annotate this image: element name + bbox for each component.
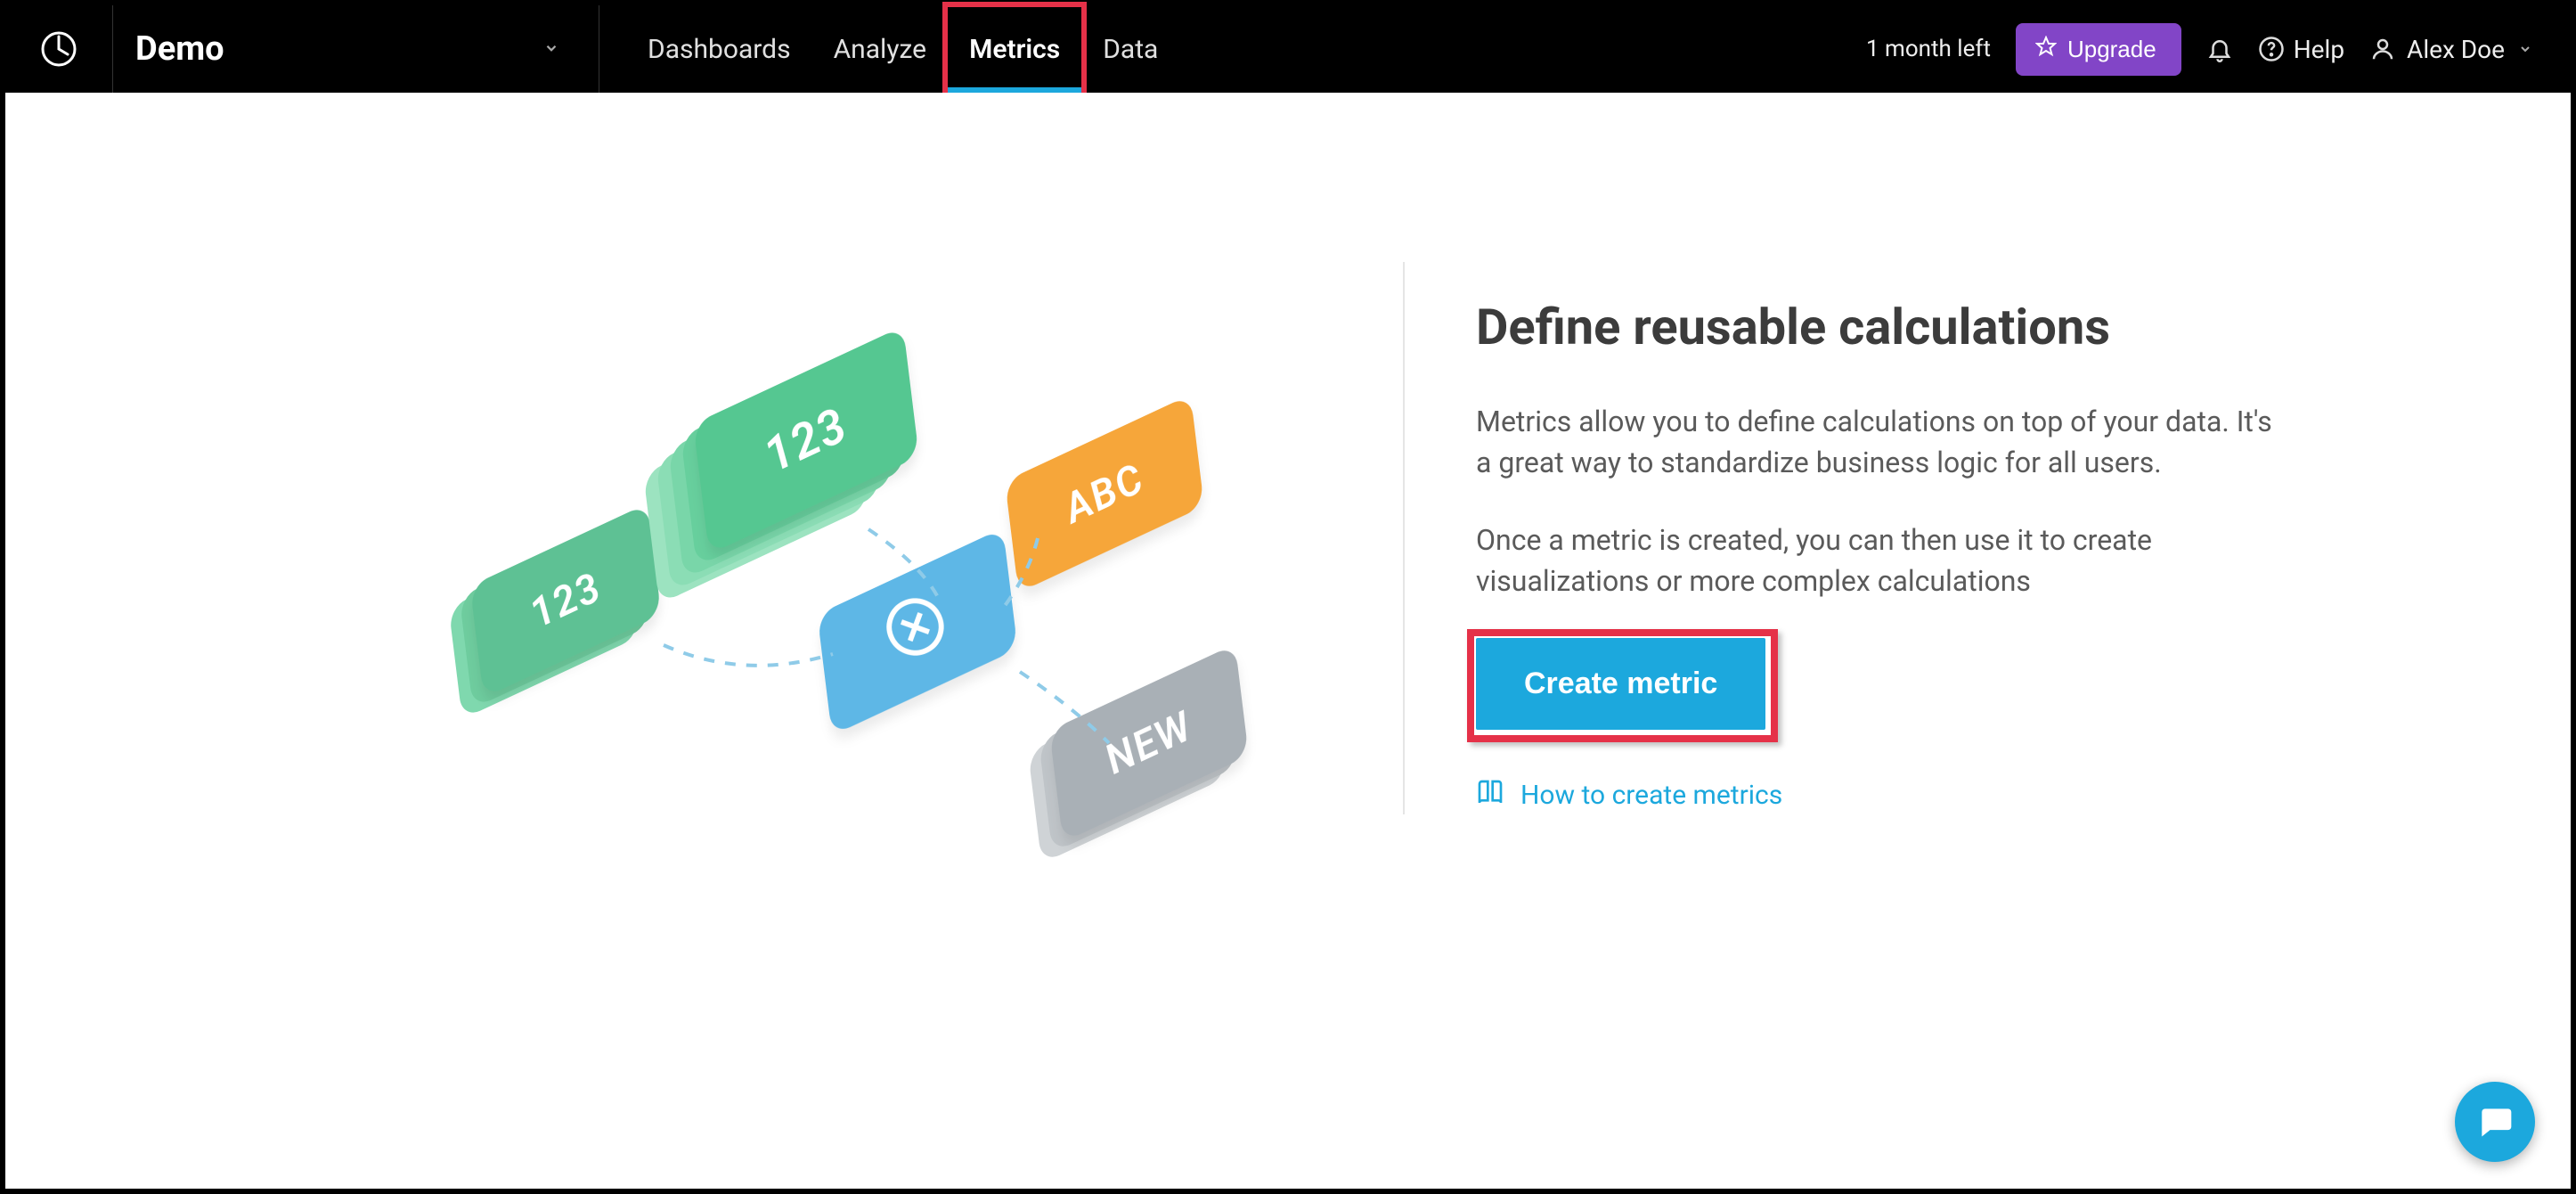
nav-label: Metrics <box>969 34 1060 65</box>
help-button[interactable]: Help <box>2258 35 2344 64</box>
nav-analyze[interactable]: Analyze <box>812 5 949 93</box>
nav-metrics[interactable]: Metrics <box>948 5 1081 93</box>
main-nav: Dashboards Analyze Metrics Data <box>626 5 1179 93</box>
cta-label: Create metric <box>1524 667 1717 700</box>
description-2: Once a metric is created, you can then u… <box>1476 519 2278 602</box>
user-menu[interactable]: Alex Doe <box>2369 35 2535 64</box>
nav-label: Dashboards <box>648 34 791 65</box>
upgrade-button[interactable]: Upgrade <box>2016 23 2181 76</box>
how-to-link[interactable]: How to create metrics <box>1520 780 1782 811</box>
help-label: Help <box>2294 35 2344 64</box>
description-1: Metrics allow you to define calculations… <box>1476 401 2278 484</box>
main-content: 123 123 ABC <box>5 93 2571 1189</box>
chevron-down-icon <box>2515 42 2535 56</box>
connector-lines <box>298 262 1296 814</box>
metrics-illustration: 123 123 ABC <box>298 262 1296 814</box>
nav-label: Analyze <box>834 34 927 65</box>
empty-state-text: Define reusable calculations Metrics all… <box>1476 262 2278 814</box>
vertical-separator <box>1403 262 1405 814</box>
chat-launcher[interactable] <box>2455 1082 2535 1162</box>
app-logo[interactable] <box>32 22 86 76</box>
top-bar: Demo Dashboards Analyze Metrics Data <box>5 5 2571 93</box>
workspace-name: Demo <box>135 29 224 69</box>
chat-icon <box>2475 1102 2515 1141</box>
page-heading: Define reusable calculations <box>1476 298 2278 356</box>
star-icon <box>2035 36 2057 63</box>
chevron-down-icon <box>540 37 563 61</box>
bell-icon[interactable] <box>2206 36 2233 62</box>
trial-status: 1 month left <box>1866 36 1991 62</box>
user-name: Alex Doe <box>2407 35 2505 64</box>
topbar-right: 1 month left Upgrade Help Alex Doe <box>1866 23 2535 76</box>
nav-dashboards[interactable]: Dashboards <box>626 5 812 93</box>
create-metric-button[interactable]: Create metric <box>1476 638 1765 730</box>
nav-data[interactable]: Data <box>1081 5 1179 93</box>
nav-label: Data <box>1103 34 1158 65</box>
upgrade-label: Upgrade <box>2067 36 2156 63</box>
divider <box>112 5 113 93</box>
book-icon <box>1476 778 1504 814</box>
workspace-selector[interactable]: Demo <box>135 5 599 93</box>
